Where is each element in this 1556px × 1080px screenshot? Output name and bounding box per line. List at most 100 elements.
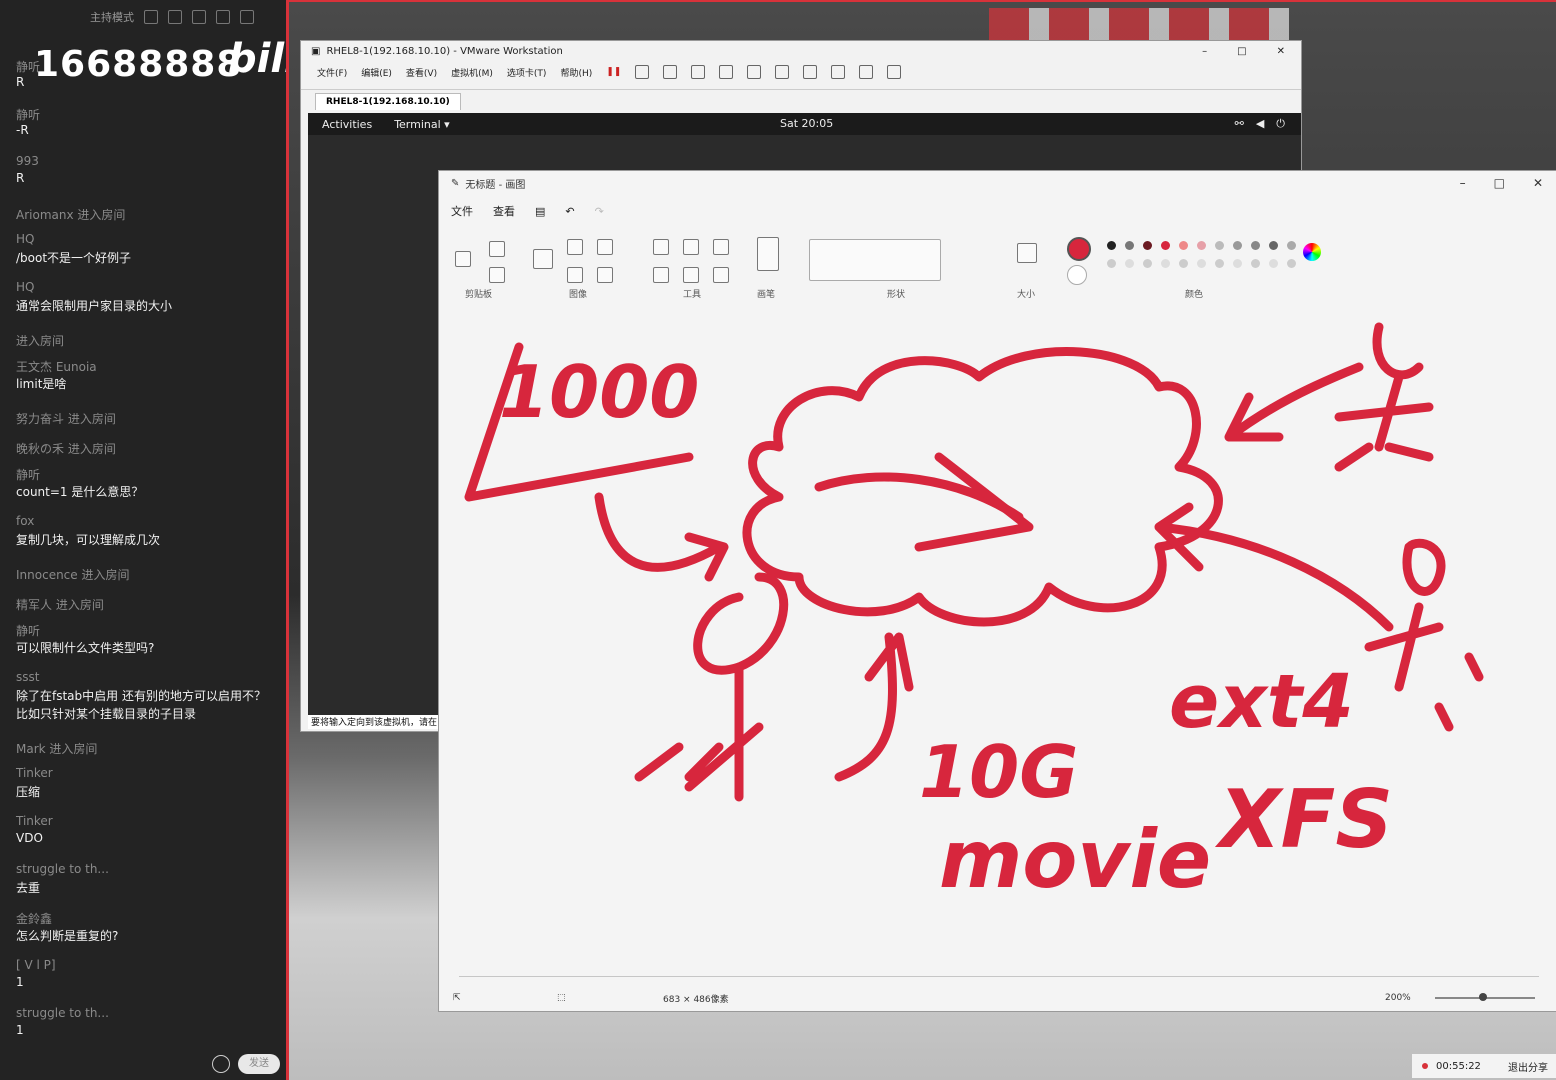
palette-swatch[interactable] (1143, 241, 1152, 250)
snapshot-icon[interactable] (663, 65, 678, 79)
brush-icon[interactable] (757, 237, 779, 271)
exit-share-button[interactable]: 退出分享 (1508, 1059, 1556, 1074)
palette-swatch[interactable] (1161, 241, 1170, 250)
palette-swatch[interactable] (1197, 259, 1206, 268)
color2-swatch[interactable] (1067, 265, 1087, 285)
palette-swatch[interactable] (1251, 259, 1260, 268)
text-icon[interactable] (713, 239, 729, 255)
volume-icon[interactable]: ◀ (1256, 117, 1264, 131)
pencil-icon[interactable] (653, 239, 669, 255)
chat-text: 压缩 (16, 785, 41, 799)
palette-swatch[interactable] (1179, 241, 1188, 250)
restore-snapshot-icon[interactable] (691, 65, 706, 79)
redo-icon[interactable]: ↷ (595, 205, 604, 218)
palette-swatch[interactable] (1107, 259, 1116, 268)
network-icon[interactable]: ⚯ (1235, 117, 1244, 131)
thumbnail-icon[interactable] (775, 65, 790, 79)
shapes-gallery[interactable] (809, 239, 941, 281)
vm-maximize-icon[interactable]: □ (1237, 46, 1246, 57)
palette-swatch[interactable] (1125, 241, 1134, 250)
power-icon[interactable]: ⏻ (1276, 117, 1285, 131)
paint-window[interactable]: ✎ 无标题 - 画图 – □ ✕ 文件 查看 ▤ ↶ ↷ 剪贴板 图像 工具 画… (438, 170, 1556, 1012)
message-list[interactable]: 静听 R 静听 -R 993 R Ariomanx 进入房间 HQ/boot不是一个好例子 HQ… (16, 58, 278, 1054)
activities-button[interactable]: Activities (322, 118, 372, 131)
size-icon[interactable] (1017, 243, 1037, 263)
palette-swatch[interactable] (1215, 259, 1224, 268)
send-button[interactable]: 发送 (238, 1054, 280, 1074)
maximize-icon[interactable] (216, 10, 230, 24)
palette-swatch[interactable] (1197, 241, 1206, 250)
chat-username: 静听 (16, 624, 41, 638)
save-icon[interactable]: ▤ (535, 205, 545, 218)
pause-icon[interactable]: ❚❚ (606, 67, 621, 77)
send-keys-icon[interactable] (635, 65, 650, 79)
console-icon[interactable] (859, 65, 874, 79)
crop-icon[interactable] (567, 239, 583, 255)
vm-close-icon[interactable]: ✕ (1277, 46, 1285, 57)
color1-swatch[interactable] (1067, 237, 1091, 261)
palette-swatch[interactable] (1251, 241, 1260, 250)
paint-titlebar: ✎ 无标题 - 画图 – □ ✕ (439, 171, 1556, 195)
banner-decoration (989, 8, 1289, 44)
menu-file[interactable]: 文件(F) (317, 66, 347, 79)
group-label: 工具 (683, 290, 702, 300)
resize-icon[interactable] (567, 267, 583, 283)
paint-maximize-icon[interactable]: □ (1494, 176, 1505, 190)
paint-ribbon: 剪贴板 图像 工具 画笔 形状 大小 颜色 (439, 227, 1556, 308)
unity-icon[interactable] (831, 65, 846, 79)
menu-icon[interactable] (168, 10, 182, 24)
menu-vm[interactable]: 虚拟机(M) (451, 66, 493, 79)
undo-icon[interactable]: ↶ (565, 205, 574, 218)
edit-colors-icon[interactable] (1303, 243, 1321, 261)
magnifier-icon[interactable] (713, 267, 729, 283)
gnome-clock[interactable]: Sat 20:05 (780, 117, 833, 130)
palette-swatch[interactable] (1215, 241, 1224, 250)
rotate-icon[interactable] (597, 239, 613, 255)
menu-help[interactable]: 帮助(H) (560, 66, 592, 79)
terminal-menu[interactable]: Terminal ▾ (394, 118, 450, 131)
mode-label: 主持模式 (90, 11, 134, 24)
fullscreen-icon[interactable] (803, 65, 818, 79)
paint-minimize-icon[interactable]: – (1460, 176, 1466, 190)
select-icon[interactable] (533, 249, 553, 269)
palette-swatch[interactable] (1287, 241, 1296, 250)
eraser-icon[interactable] (653, 267, 669, 283)
palette-swatch[interactable] (1287, 259, 1296, 268)
palette-swatch[interactable] (1107, 241, 1116, 250)
palette-swatch[interactable] (1233, 259, 1242, 268)
palette-swatch[interactable] (1269, 241, 1278, 250)
flip-icon[interactable] (597, 267, 613, 283)
paint-canvas[interactable]: 1000 10G movie ext4 XFS (439, 307, 1556, 978)
palette-swatch[interactable] (1179, 259, 1188, 268)
palette-swatch[interactable] (1161, 259, 1170, 268)
chat-message: 静听 count=1 是什么意思？ (16, 466, 278, 514)
paint-menu-view[interactable]: 查看 (493, 203, 515, 219)
copy-icon[interactable] (489, 267, 505, 283)
palette-swatch[interactable] (1143, 259, 1152, 268)
palette-swatch[interactable] (1233, 241, 1242, 250)
vm-tab[interactable]: RHEL8-1(192.168.10.10) (315, 92, 461, 110)
vm-minimize-icon[interactable]: – (1202, 46, 1207, 57)
emoji-icon[interactable] (212, 1055, 230, 1073)
cut-icon[interactable] (489, 241, 505, 257)
chat-message: fox 复制几块，可以理解成几次 (16, 514, 278, 562)
color-picker-icon[interactable] (683, 267, 699, 283)
minimize-icon[interactable] (192, 10, 206, 24)
edit-icon[interactable] (144, 10, 158, 24)
stretch-icon[interactable] (887, 65, 902, 79)
chat-message: Mark 进入房间 (16, 736, 278, 766)
library-icon[interactable] (747, 65, 762, 79)
paint-close-icon[interactable]: ✕ (1533, 176, 1543, 190)
menu-view[interactable]: 查看(V) (406, 66, 437, 79)
paint-menu-file[interactable]: 文件 (451, 203, 473, 219)
zoom-slider-thumb[interactable] (1479, 993, 1487, 1001)
close-icon[interactable] (240, 10, 254, 24)
fill-icon[interactable] (683, 239, 699, 255)
paste-icon[interactable] (455, 251, 471, 267)
menu-tabs[interactable]: 选项卡(T) (507, 66, 547, 79)
palette-swatch[interactable] (1125, 259, 1134, 268)
manage-snapshot-icon[interactable] (719, 65, 734, 79)
palette-swatch[interactable] (1269, 259, 1278, 268)
chat-text: R (16, 75, 25, 89)
menu-edit[interactable]: 编辑(E) (361, 66, 392, 79)
